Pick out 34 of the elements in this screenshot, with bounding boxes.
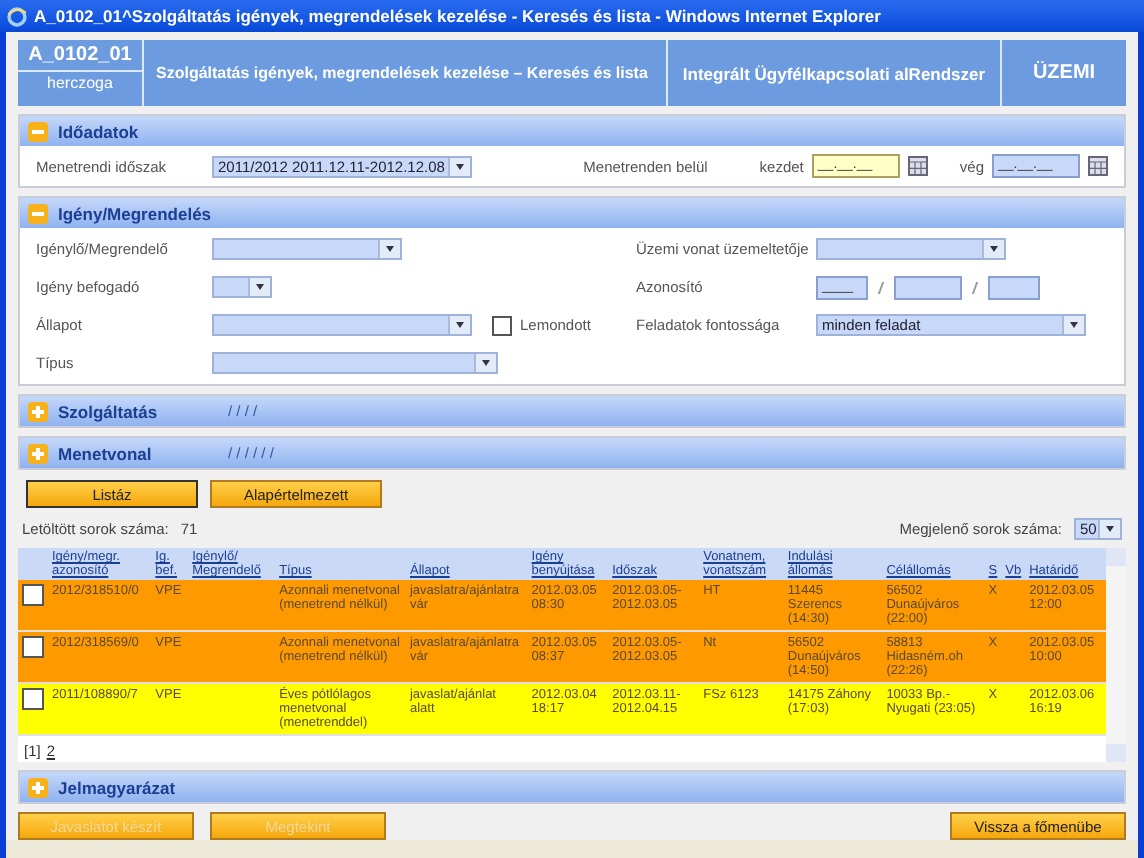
section-header[interactable]: Jelmagyarázat [20,772,1124,803]
system-name: Integrált Ügyfélkapcsolati alRendszer [668,40,1002,107]
dropdown[interactable] [212,276,272,299]
browser-icon [6,5,28,28]
dropdown[interactable] [212,352,498,375]
checkbox[interactable] [22,688,44,711]
page-title: Szolgáltatás igények, megrendelések kezelése – Keresés és lista [144,40,668,107]
checkbox[interactable] [22,636,44,659]
section-header[interactable]: Igény/Megrendelés [20,198,1124,229]
screen-code: A_0102_01 [18,40,142,73]
dropdown[interactable] [212,314,472,337]
expand-icon[interactable] [28,777,48,798]
user-name: herczoga [45,72,115,95]
calendar-icon[interactable] [907,156,928,177]
section-title: Szolgáltatás [58,401,160,422]
section-header[interactable]: Időadatok [20,116,1124,147]
collapse-icon[interactable] [28,203,48,224]
dropdown[interactable] [816,238,1006,261]
section-title: Igény/Megrendelés [58,203,212,224]
scrollbar[interactable] [1106,548,1126,763]
dropdown[interactable] [212,238,402,261]
expand-icon[interactable] [28,443,48,464]
collapse-icon[interactable] [28,121,48,142]
section-title: Jelmagyarázat [58,777,176,798]
checkbox[interactable] [22,584,44,607]
id-field[interactable] [894,275,962,300]
mode-label: ÜZEMI [1030,59,1098,89]
expand-icon[interactable] [28,401,48,422]
calendar-icon[interactable] [1088,156,1108,177]
section-title: Menetvonal [58,443,154,464]
section-title: Időadatok [58,121,139,142]
id-field[interactable] [988,275,1040,300]
checkbox[interactable] [492,315,512,336]
window-title: A_0102_01^Szolgáltatás igények, megrendelések kezelése - Keresés és lista - Windows Internet Explorer [34,6,881,27]
